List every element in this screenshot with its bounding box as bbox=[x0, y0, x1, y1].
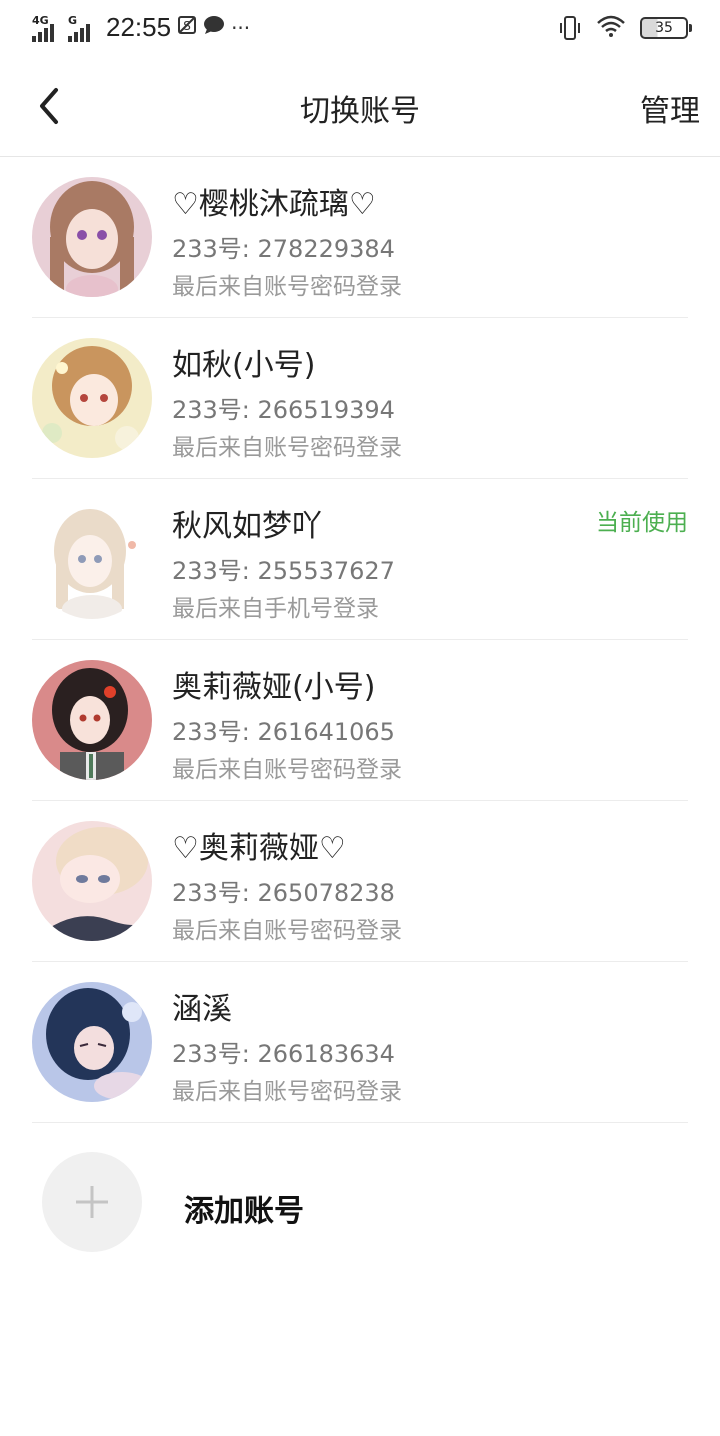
avatar bbox=[32, 499, 152, 619]
account-login-method: 最后来自账号密码登录 bbox=[172, 757, 402, 783]
account-item[interactable]: ♡奥莉薇娅♡ 233号: 265078238 最后来自账号密码登录 bbox=[32, 801, 688, 962]
add-account-label: 添加账号 bbox=[184, 1194, 304, 1229]
avatar bbox=[32, 982, 152, 1102]
battery-icon: 35 bbox=[640, 17, 692, 39]
account-name: ♡樱桃沐疏璃♡ bbox=[172, 187, 376, 222]
vibrate-icon bbox=[558, 14, 582, 42]
account-name: ♡奥莉薇娅♡ bbox=[172, 831, 346, 866]
account-name: 奥莉薇娅(小号) bbox=[172, 670, 376, 705]
avatar bbox=[32, 821, 152, 941]
add-account-circle[interactable] bbox=[42, 1152, 142, 1252]
avatar bbox=[32, 177, 152, 297]
account-login-method: 最后来自账号密码登录 bbox=[172, 435, 402, 461]
manage-button[interactable]: 管理 bbox=[640, 86, 700, 130]
account-id: 233号: 265078238 bbox=[172, 879, 395, 907]
account-item[interactable]: ♡樱桃沐疏璃♡ 233号: 278229384 最后来自账号密码登录 bbox=[32, 157, 688, 318]
sim-off-icon: S bbox=[177, 15, 197, 40]
more-dots-icon: ··· bbox=[231, 15, 251, 40]
status-bar-right: 35 bbox=[558, 14, 692, 42]
account-id: 233号: 266183634 bbox=[172, 1040, 395, 1068]
status-bar: 4G G 22:55 S ··· 35 bbox=[0, 0, 720, 56]
avatar bbox=[32, 338, 152, 458]
account-item[interactable]: 如秋(小号) 233号: 266519394 最后来自账号密码登录 bbox=[32, 318, 688, 479]
wifi-icon bbox=[596, 14, 626, 42]
add-account-button[interactable]: 添加账号 bbox=[42, 1152, 642, 1252]
account-item[interactable]: 秋风如梦吖 233号: 255537627 最后来自手机号登录 当前使用 bbox=[32, 479, 688, 640]
account-login-method: 最后来自账号密码登录 bbox=[172, 1079, 402, 1105]
battery-level: 35 bbox=[655, 20, 673, 36]
account-item[interactable]: 涵溪 233号: 266183634 最后来自账号密码登录 bbox=[32, 962, 688, 1123]
account-name: 秋风如梦吖 bbox=[172, 509, 322, 544]
account-id: 233号: 261641065 bbox=[172, 718, 395, 746]
account-list: ♡樱桃沐疏璃♡ 233号: 278229384 最后来自账号密码登录 如秋(小号… bbox=[0, 157, 720, 1123]
account-name: 如秋(小号) bbox=[172, 348, 316, 383]
account-id: 233号: 266519394 bbox=[172, 396, 395, 424]
chat-bubble-icon bbox=[203, 15, 225, 40]
account-item[interactable]: 奥莉薇娅(小号) 233号: 261641065 最后来自账号密码登录 bbox=[32, 640, 688, 801]
signal-icon-2: G bbox=[66, 14, 96, 42]
status-bar-left: 4G G 22:55 S ··· bbox=[30, 12, 250, 43]
avatar bbox=[32, 660, 152, 780]
account-login-method: 最后来自账号密码登录 bbox=[172, 274, 402, 300]
plus-icon bbox=[76, 1186, 108, 1218]
account-login-method: 最后来自手机号登录 bbox=[172, 596, 379, 622]
current-account-badge: 当前使用 bbox=[596, 510, 688, 536]
page-title: 切换账号 bbox=[300, 94, 420, 129]
signal-icon-1: 4G bbox=[30, 14, 60, 42]
account-id: 233号: 278229384 bbox=[172, 235, 395, 263]
status-time: 22:55 bbox=[106, 12, 172, 42]
account-id: 233号: 255537627 bbox=[172, 557, 395, 585]
account-login-method: 最后来自账号密码登录 bbox=[172, 918, 402, 944]
account-name: 涵溪 bbox=[172, 992, 232, 1027]
app-header: 切换账号 管理 bbox=[0, 56, 720, 157]
